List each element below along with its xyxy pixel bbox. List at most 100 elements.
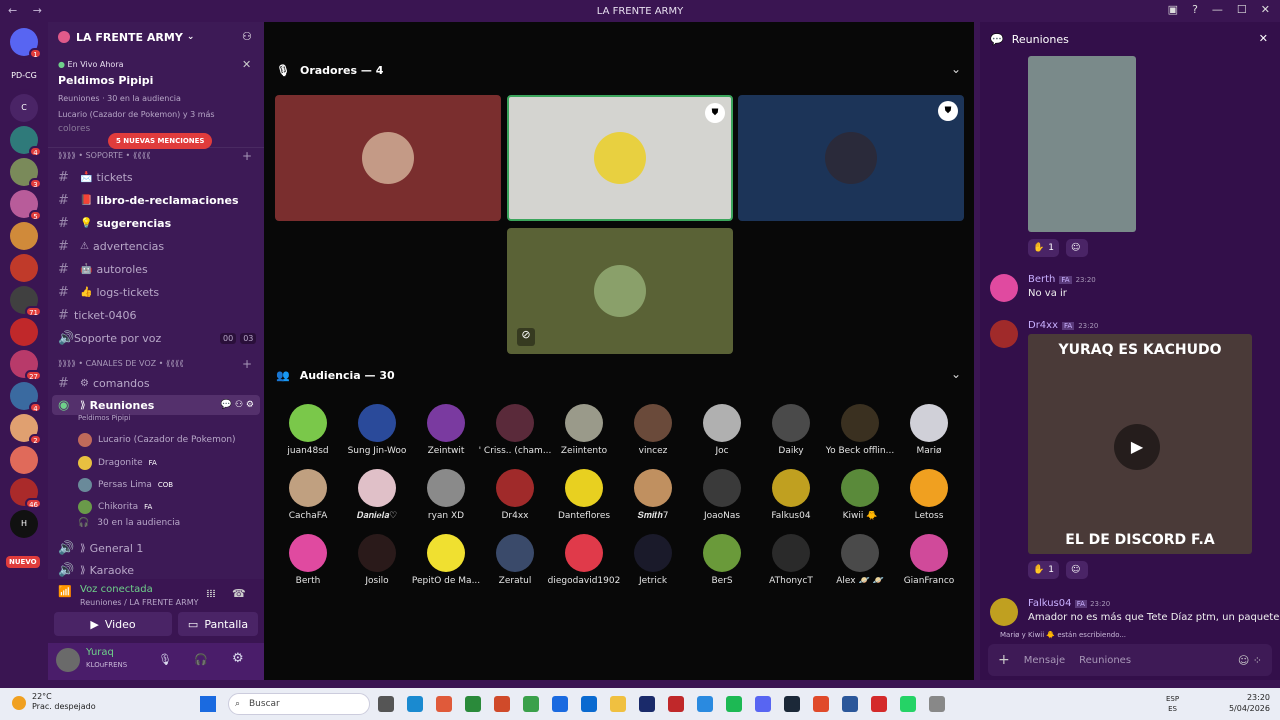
taskbar-app-icon[interactable] xyxy=(465,696,481,712)
mentions-pill[interactable]: 5 NUEVAS MENCIONES xyxy=(108,133,213,149)
add-reaction-icon[interactable]: ☺ xyxy=(1066,561,1088,579)
taskbar-app-icon[interactable] xyxy=(668,696,684,712)
weather-widget[interactable]: 22°C Prac. despejado xyxy=(32,692,96,712)
audience-member[interactable]: PepitO de Ma... xyxy=(408,534,484,586)
server-icon[interactable]: 27 xyxy=(10,350,42,381)
chevron-down-icon[interactable]: ⌄ xyxy=(951,367,961,381)
server-icon[interactable]: 4 xyxy=(10,382,42,413)
taskbar-app-icon[interactable] xyxy=(407,696,423,712)
shared-image[interactable] xyxy=(1028,56,1136,232)
speaker-tile[interactable] xyxy=(507,228,733,354)
language-indicator[interactable]: ESP ES xyxy=(1166,694,1179,714)
play-icon[interactable]: ▶ xyxy=(1114,424,1160,470)
noise-icon[interactable]: 𝍖 xyxy=(206,587,216,600)
taskbar-app-icon[interactable] xyxy=(755,696,771,712)
audience-member[interactable]: Sung Jin-Woo xyxy=(339,404,415,456)
add-channel-icon[interactable]: + xyxy=(242,357,252,371)
server-icon[interactable]: C xyxy=(10,94,38,122)
taskbar-app-icon[interactable] xyxy=(494,696,510,712)
close-icon[interactable]: ✕ xyxy=(1259,32,1268,45)
audience-member[interactable]: juan48sd xyxy=(270,404,346,456)
stage-user[interactable]: Lucario (Cazador de Pokemon) xyxy=(78,430,236,450)
channel-item[interactable]: # 💡 sugerencias xyxy=(58,213,258,233)
help-icon[interactable]: ? xyxy=(1192,3,1198,16)
taskbar-app-icon[interactable] xyxy=(784,696,800,712)
disconnect-icon[interactable]: ☎ xyxy=(232,587,246,600)
screen-share-button[interactable]: ▭ Pantalla xyxy=(178,612,258,636)
add-member-icon[interactable]: ⚇ xyxy=(242,30,252,43)
server-icon[interactable]: 3 xyxy=(10,158,42,189)
taskbar-app-icon[interactable] xyxy=(436,696,452,712)
audience-member[interactable]: 𝑺𝒎𝒊𝒕𝒉7 xyxy=(615,469,691,521)
server-icon[interactable]: 1 xyxy=(10,28,42,59)
inbox-icon[interactable]: ▣ xyxy=(1168,3,1178,16)
gear-icon[interactable]: ⚙ xyxy=(232,651,244,666)
audience-member[interactable]: Zeratul xyxy=(477,534,553,586)
taskbar-app-icon[interactable] xyxy=(610,696,626,712)
channel-item[interactable]: # 📕 libro-de-reclamaciones xyxy=(58,190,258,210)
category-voice[interactable]: ⟫⟫⟫⟫ • CANALES DE VOZ • ⟪⟪⟪⟪ xyxy=(58,359,184,368)
live-stage-banner[interactable]: ● En Vivo Ahora Peldimos Pipipi Reunione… xyxy=(48,52,264,149)
server-icon[interactable]: 5 xyxy=(10,190,42,221)
stage-user[interactable]: Dragonite FA xyxy=(78,453,157,473)
audience-member[interactable]: ryan XD xyxy=(408,469,484,521)
audience-member[interactable]: diegodavid1902 xyxy=(546,534,622,586)
channel-karaoke[interactable]: 🔊 ⟫ Karaoke xyxy=(58,560,258,580)
taskbar-app-icon[interactable] xyxy=(842,696,858,712)
audience-member[interactable]: Daiky xyxy=(753,404,829,456)
chevron-down-icon[interactable]: ⌄ xyxy=(187,32,195,42)
chevron-down-icon[interactable]: ⌄ xyxy=(951,62,961,76)
server-icon[interactable]: 4 xyxy=(10,126,42,157)
taskbar-app-icon[interactable] xyxy=(697,696,713,712)
taskbar-app-icon[interactable] xyxy=(929,696,945,712)
channel-item[interactable]: # 🤖 autoroles xyxy=(58,259,258,279)
minimize-icon[interactable]: — xyxy=(1212,3,1223,16)
microphone-icon[interactable]: 🎙 xyxy=(158,653,172,666)
audience-member[interactable]: Zeintwit xyxy=(408,404,484,456)
headphones-icon[interactable]: 🎧 xyxy=(194,653,208,666)
speaker-tile[interactable] xyxy=(275,95,501,221)
channel-general-1[interactable]: 🔊 ⟫ General 1 xyxy=(58,538,258,558)
audience-member[interactable]: Alex 🪐 🪐 xyxy=(822,534,898,586)
taskbar-app-icon[interactable] xyxy=(639,696,655,712)
channel-reuniones[interactable]: ◉ ⟫ Reuniones 💬 ⚇ ⚙ xyxy=(52,395,260,415)
server-icon[interactable]: 2 xyxy=(10,414,42,445)
speaker-tile[interactable]: ⛊ xyxy=(738,95,964,221)
taskbar-app-icon[interactable] xyxy=(813,696,829,712)
server-icon[interactable]: 46 xyxy=(10,478,42,509)
channel-comandos[interactable]: # ⚙ comandos xyxy=(58,373,258,393)
message-input[interactable]: + Mensaje Reuniones ☺ ⁘ xyxy=(988,644,1272,676)
server-header[interactable]: LA FRENTE ARMY ⌄ ⚇ xyxy=(48,22,264,52)
new-badge[interactable]: NUEVO xyxy=(6,556,40,568)
avatar[interactable] xyxy=(990,274,1018,302)
speaker-tile[interactable]: ⛊ xyxy=(507,95,733,221)
audience-header[interactable]: 👥 Audiencia — 30 xyxy=(276,369,395,382)
add-reaction-icon[interactable]: ☺ xyxy=(1066,239,1088,257)
audience-member[interactable]: JoaoNas xyxy=(684,469,760,521)
clock[interactable]: 23:20 5/04/2026 xyxy=(1229,692,1270,714)
audience-member[interactable]: Danteflores xyxy=(546,469,622,521)
audience-member[interactable]: Josilo xyxy=(339,534,415,586)
audience-member[interactable]: Falkus04 xyxy=(753,469,829,521)
plus-icon[interactable]: + xyxy=(998,652,1010,668)
avatar[interactable] xyxy=(990,320,1018,348)
audience-member[interactable]: BerS xyxy=(684,534,760,586)
audience-member[interactable]: Mariø xyxy=(891,404,967,456)
stage-controls-icon[interactable]: 💬 ⚇ ⚙ xyxy=(221,400,254,410)
username[interactable]: Yuraq xyxy=(86,647,114,658)
avatar[interactable] xyxy=(56,648,80,672)
taskbar-app-icon[interactable] xyxy=(900,696,916,712)
taskbar-app-icon[interactable] xyxy=(523,696,539,712)
reaction-pill[interactable]: ✋ 1 xyxy=(1028,561,1059,579)
audience-member[interactable]: Dr4xx xyxy=(477,469,553,521)
close-icon[interactable]: ✕ xyxy=(1261,3,1270,16)
server-icon[interactable]: 71 xyxy=(10,286,42,317)
audience-member[interactable]: Kiwii 🐥 xyxy=(822,469,898,521)
channel-item[interactable]: # 👍 logs-tickets xyxy=(58,282,258,302)
server-icon[interactable] xyxy=(10,318,38,346)
emoji-icon[interactable]: ☺ ⁘ xyxy=(1238,654,1262,667)
audience-member[interactable]: Jetrick xyxy=(615,534,691,586)
audience-member[interactable]: CachaFA xyxy=(270,469,346,521)
meme-video[interactable]: YURAQ ES KACHUDO ▶ EL DE DISCORD F.A xyxy=(1028,334,1252,554)
message[interactable]: Berth FA 23:20 No va ir xyxy=(990,274,1274,304)
